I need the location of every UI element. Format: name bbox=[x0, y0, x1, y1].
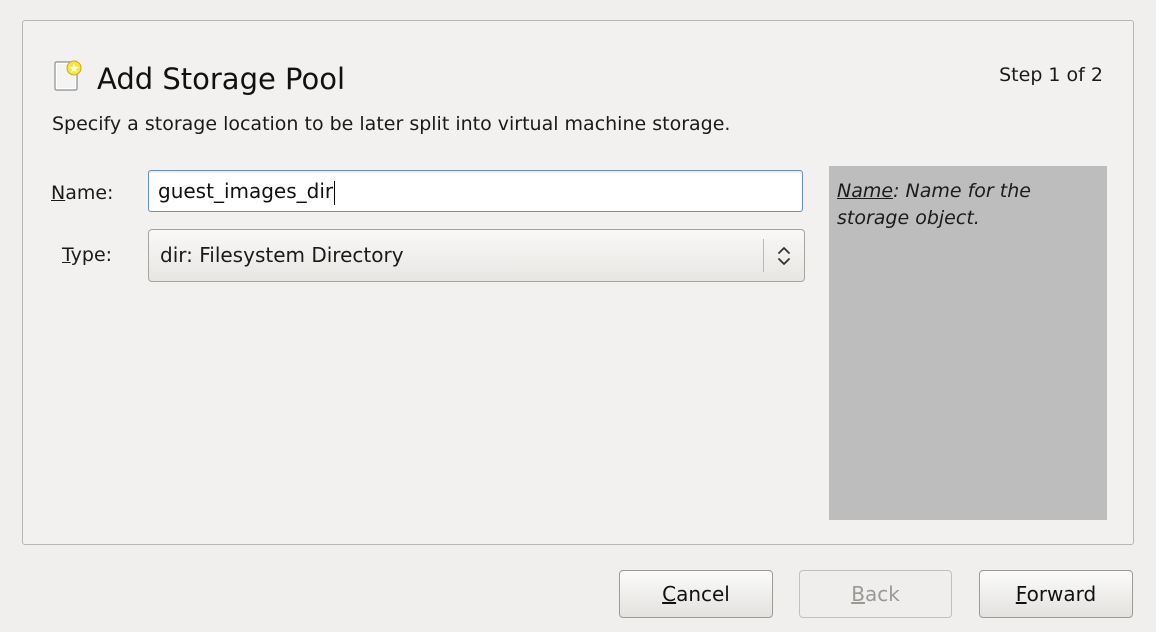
type-label: Type: bbox=[62, 244, 113, 266]
cancel-button[interactable]: Cancel bbox=[619, 570, 773, 618]
type-select-value: dir: Filesystem Directory bbox=[160, 243, 404, 267]
page-title: Add Storage Pool bbox=[97, 62, 346, 96]
name-label: Name: bbox=[51, 182, 114, 204]
text-caret bbox=[334, 180, 336, 205]
wizard-page-frame: Add Storage Pool Step 1 of 2 Specify a s… bbox=[22, 20, 1134, 545]
forward-button[interactable]: Forward bbox=[979, 570, 1133, 618]
add-storage-pool-dialog: Add Storage Pool Step 1 of 2 Specify a s… bbox=[0, 0, 1156, 632]
page-subtitle: Specify a storage location to be later s… bbox=[52, 113, 731, 135]
name-input[interactable]: guest_images_dir bbox=[148, 170, 803, 212]
updown-chevron-icon bbox=[776, 245, 792, 267]
select-separator bbox=[763, 239, 764, 272]
help-term: Name bbox=[837, 180, 894, 202]
name-input-value: guest_images_dir bbox=[158, 179, 334, 203]
help-panel: Name: Name for the storage object. bbox=[829, 166, 1107, 520]
back-button: Back bbox=[799, 570, 952, 618]
step-indicator: Step 1 of 2 bbox=[999, 64, 1103, 86]
type-select[interactable]: dir: Filesystem Directory bbox=[148, 229, 805, 282]
storage-pool-add-icon bbox=[53, 59, 83, 93]
